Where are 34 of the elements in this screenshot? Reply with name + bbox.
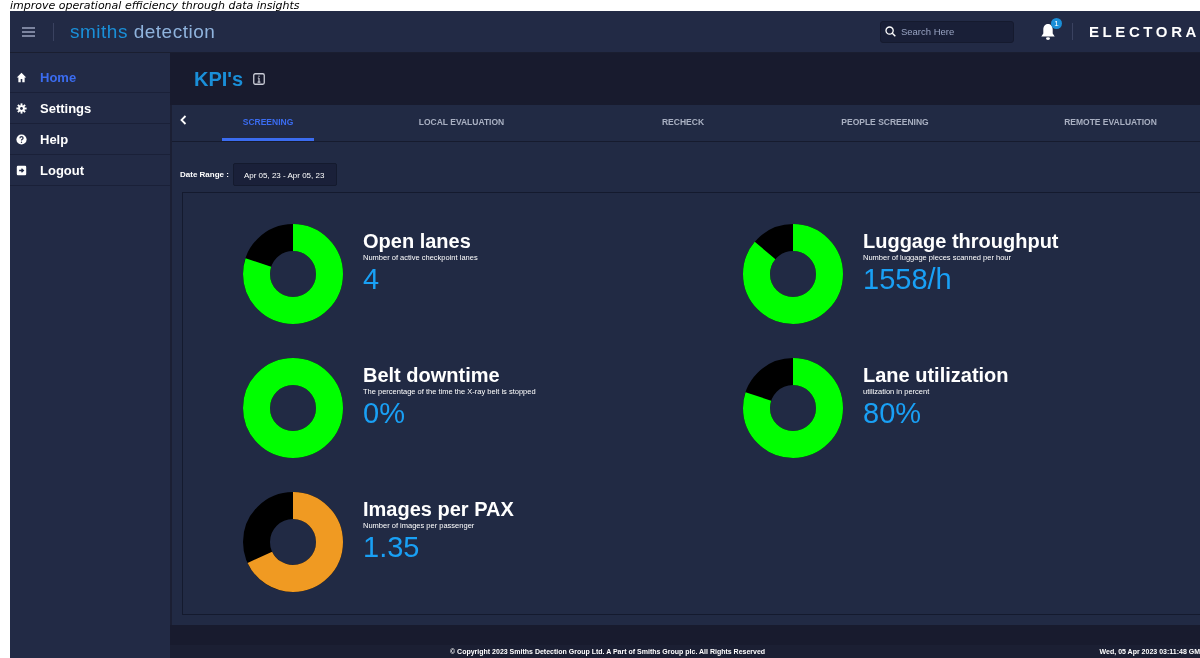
info-icon[interactable]: [253, 73, 266, 85]
caption-text: improve operational efficiency through data insights: [10, 0, 300, 11]
logo-text: smiths detection: [70, 20, 216, 43]
home-icon: [16, 71, 27, 83]
notification-badge: 1: [1050, 17, 1062, 29]
bell-icon[interactable]: [1039, 22, 1056, 41]
help-icon: [16, 133, 27, 145]
kpi-value: 1558/h: [863, 263, 953, 295]
menu-icon[interactable]: [22, 25, 35, 38]
page-title: KPI's: [194, 67, 244, 91]
product-name: ELECTORA: [1071, 23, 1200, 40]
logout-icon: [16, 164, 27, 176]
kpi-value: 4: [363, 263, 381, 295]
tab[interactable]: REMOTE EVALUATION: [1059, 105, 1162, 141]
search-icon: [884, 26, 896, 37]
kpi-title: Lane utilization: [863, 364, 1009, 386]
sidebar-item[interactable]: Settings: [10, 93, 170, 124]
settings-icon: [16, 102, 27, 114]
date-range-label: Date Range :: [180, 170, 229, 179]
chevron-left-icon[interactable]: [179, 115, 187, 125]
kpi-title: Belt downtime: [363, 364, 501, 386]
search-field[interactable]: Search Here: [879, 20, 1014, 43]
tab[interactable]: LOCAL EVALUATION: [394, 105, 529, 141]
date-range-field[interactable]: Apr 05, 23 - Apr 05, 23: [232, 163, 337, 186]
sidebar-item[interactable]: Logout: [10, 155, 170, 186]
tab[interactable]: PEOPLE SCREENING: [839, 105, 931, 141]
sidebar-item[interactable]: Help: [10, 124, 170, 155]
kpi-title: Open lanes: [363, 230, 472, 252]
kpi-title: Luggage throughput: [863, 230, 1059, 252]
kpi-title: Images per PAX: [363, 498, 514, 520]
kpi-value: 80%: [863, 397, 923, 429]
kpi-value: 0%: [363, 397, 406, 429]
kpi-value: 1.35: [363, 531, 421, 563]
tab[interactable]: RECHECK: [657, 105, 709, 141]
